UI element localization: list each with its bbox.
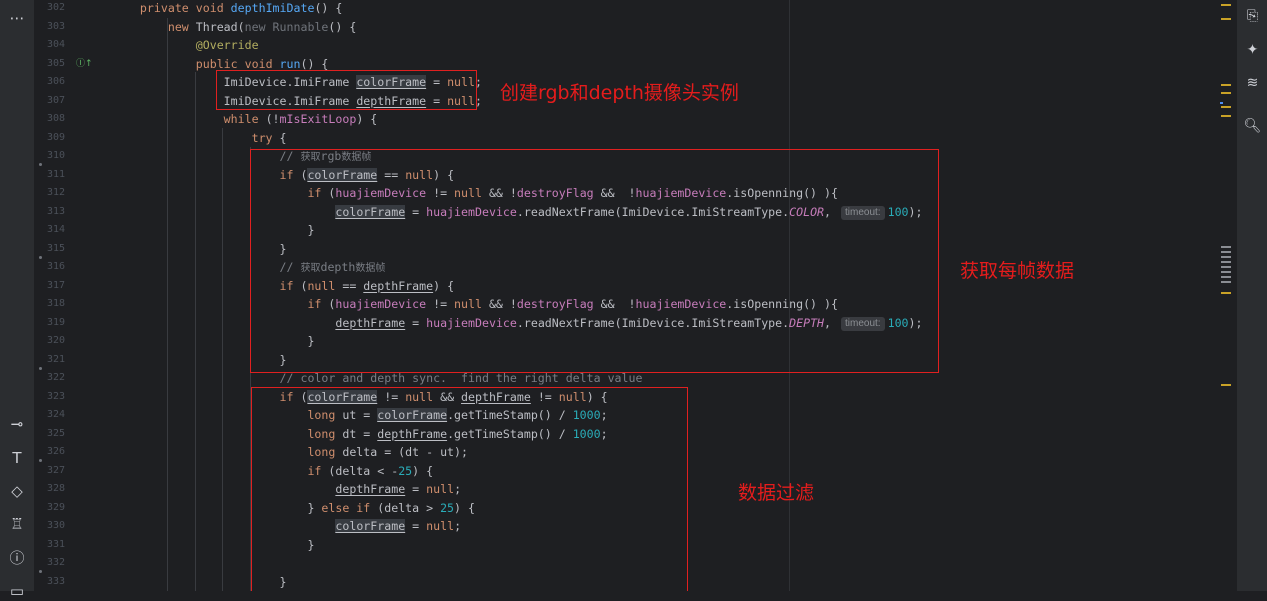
line-number: 304 [47, 39, 66, 50]
line-number: 303 [47, 20, 66, 32]
line-number: 310 [47, 150, 66, 161]
line-number: 313 [47, 205, 66, 217]
code-token: ) { [356, 112, 378, 126]
code-line: try { [112, 129, 287, 148]
fold-marker[interactable] [39, 459, 42, 462]
code-token: { [279, 130, 287, 145]
line-number: 317 [47, 279, 66, 291]
problems-icon[interactable]: ⓘ [0, 548, 34, 568]
code-token: new Runnable [244, 19, 329, 34]
error-stripe[interactable] [1218, 0, 1234, 591]
code-line: new Thread(new Runnable() { [112, 18, 357, 37]
left-tool-window-bar: ⋯ ⊸ T ◇ ♖ ⓘ ▭ [0, 0, 35, 600]
more-icon[interactable]: ⋯ [0, 8, 34, 28]
line-number: 327 [47, 464, 66, 476]
line-number: 326 [47, 446, 66, 457]
commit-icon[interactable]: ⊸ [0, 414, 34, 434]
line-number: 333 [47, 575, 66, 587]
line-number: 324 [47, 409, 66, 420]
right-tool-window-bar: ⎘ ✦ ≋ 🔍︎ [1236, 0, 1267, 591]
line-number-gutter: Ⓘ↑ 302 303 304 305 306 307 308 309 310 311 312 313 3… [34, 0, 112, 591]
code-line: @Override [112, 36, 259, 55]
line-number: 306 [47, 76, 66, 87]
code-token: Thread( [195, 19, 245, 34]
red-annotation-box-frames [250, 149, 939, 373]
annotation-create-instances: 创建rgb和depth摄像头实例 [500, 82, 739, 104]
line-number: 322 [47, 372, 66, 383]
code-token: void [195, 1, 231, 15]
line-number: 325 [47, 427, 66, 439]
line-number: 316 [47, 261, 66, 272]
code-line: while (!mIsExitLoop) { [112, 110, 378, 129]
fold-marker[interactable] [39, 570, 42, 573]
line-number: 309 [47, 131, 66, 143]
terminal-icon[interactable]: ▭ [0, 581, 34, 601]
code-token: try [112, 130, 280, 145]
code-token: void [244, 56, 280, 71]
fold-marker[interactable] [39, 163, 42, 166]
red-annotation-box-variables [216, 70, 477, 110]
line-number: 321 [47, 353, 66, 365]
line-number: 311 [47, 168, 66, 180]
line-number: 320 [47, 335, 66, 346]
code-line: private void depthImiDate() { [112, 0, 342, 18]
code-token: () { [314, 1, 343, 15]
line-number: 308 [47, 113, 66, 124]
line-number: 312 [47, 187, 66, 198]
line-number: 315 [47, 242, 66, 254]
line-number: 319 [47, 316, 66, 328]
fold-marker[interactable] [39, 255, 42, 259]
line-number: 305 [47, 57, 66, 69]
line-number: 314 [47, 224, 66, 235]
code-token: // color and depth sync. find the right … [112, 371, 643, 385]
line-number: 307 [47, 94, 66, 106]
fold-marker[interactable] [39, 366, 42, 370]
red-annotation-box-filter [251, 387, 688, 591]
code-token: @Override [112, 38, 259, 52]
code-token: () { [328, 19, 357, 34]
line-number: 331 [47, 538, 66, 550]
line-number: 318 [47, 298, 66, 309]
text-tool-icon[interactable]: T [0, 448, 34, 468]
code-token: private [112, 1, 196, 15]
code-token: depthImiDate [230, 1, 315, 15]
code-token: public [112, 56, 245, 71]
annotation-data-filter: 数据过滤 [738, 482, 815, 504]
code-token: (! [265, 112, 280, 126]
code-token: new [112, 19, 196, 34]
line-number: 328 [47, 483, 66, 494]
gem-icon[interactable]: ◇ [0, 481, 34, 501]
code-token: run [279, 56, 301, 71]
line-number: 332 [47, 557, 66, 568]
notifications-icon[interactable]: ⎘ [1237, 6, 1267, 26]
line-number: 302 [47, 2, 66, 13]
search-doc-icon[interactable]: 🔍︎ [1237, 116, 1267, 136]
code-token: while [112, 112, 266, 126]
code-token: () { [300, 56, 329, 71]
line-number: 329 [47, 501, 66, 513]
database-icon[interactable]: ≋ [1237, 73, 1267, 93]
ai-assistant-icon[interactable]: ✦ [1237, 40, 1267, 60]
line-number: 330 [47, 520, 66, 531]
annotation-get-frame-data: 获取每帧数据 [960, 260, 1075, 282]
code-token: mIsExitLoop [279, 112, 357, 126]
build-icon[interactable]: ♖ [0, 514, 34, 534]
line-number: 323 [47, 390, 66, 402]
